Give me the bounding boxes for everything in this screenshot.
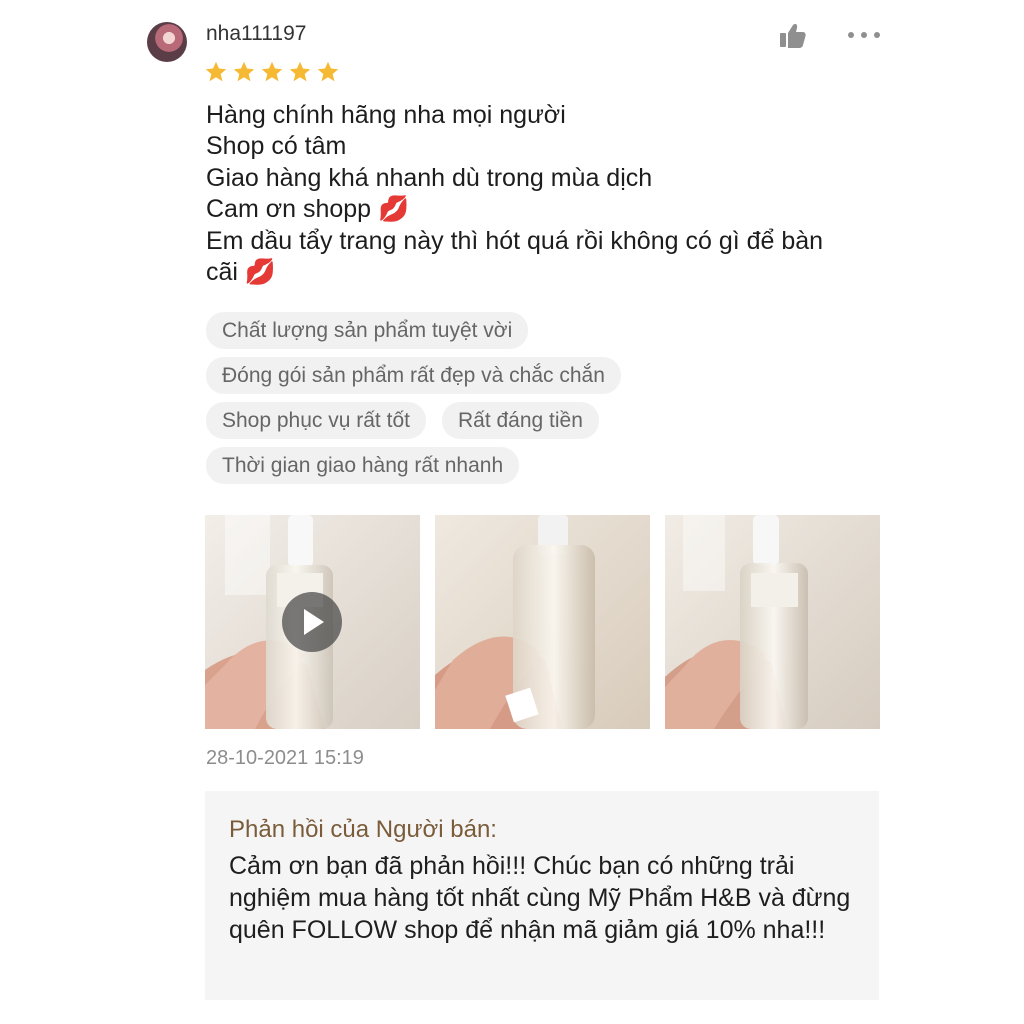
star-icon: [289, 61, 311, 82]
rating-stars: [204, 60, 340, 84]
review-media: [205, 515, 880, 729]
thumbs-up-icon[interactable]: [776, 20, 808, 52]
review-tag: Shop phục vụ rất tốt: [206, 402, 426, 439]
star-icon: [261, 61, 283, 82]
review-tag: Thời gian giao hàng rất nhanh: [206, 447, 520, 484]
seller-reply-text: Cảm ơn bạn đã phản hồi!!! Chúc bạn có nh…: [229, 852, 851, 944]
play-icon[interactable]: [282, 592, 342, 652]
review-line: Hàng chính hãng nha mọi người: [206, 101, 566, 129]
star-icon: [317, 61, 339, 82]
review-tag: Đóng gói sản phẩm rất đẹp và chắc chắn: [206, 357, 621, 394]
review-photo-thumbnail[interactable]: [435, 515, 650, 729]
username[interactable]: nha111197: [206, 21, 306, 47]
seller-reply: Phản hồi của Người bán: Cảm ơn bạn đã ph…: [205, 791, 879, 1000]
review-tag: Rất đáng tiền: [441, 402, 599, 439]
star-icon: [205, 61, 227, 82]
review-line: cãi 💋: [206, 258, 277, 287]
more-icon[interactable]: [846, 30, 882, 40]
review-timestamp: 28-10-2021 15:19: [206, 747, 364, 769]
star-icon: [233, 61, 255, 82]
review-line: Giao hàng khá nhanh dù trong mùa dịch: [206, 163, 653, 192]
review-video-thumbnail[interactable]: [205, 515, 420, 729]
review-text: Hàng chính hãng nha mọi người Shop có tâ…: [206, 100, 886, 288]
review-tag: Chất lượng sản phẩm tuyệt vời: [206, 312, 529, 349]
review-line: Cam ơn shopp 💋: [206, 195, 410, 224]
review-photo-thumbnail[interactable]: [665, 515, 880, 729]
avatar[interactable]: [147, 22, 187, 62]
review-line: Shop có tâm: [206, 132, 347, 161]
review-line: Em dầu tẩy trang này thì hót quá rồi khô…: [206, 226, 824, 255]
review-tags: Chất lượng sản phẩm tuyệt vời Đóng gói s…: [206, 312, 886, 492]
seller-reply-title: Phản hồi của Người bán:: [229, 816, 497, 843]
review-card: nha111197 Hàng chính hãng nha mọi người …: [0, 0, 1024, 1024]
